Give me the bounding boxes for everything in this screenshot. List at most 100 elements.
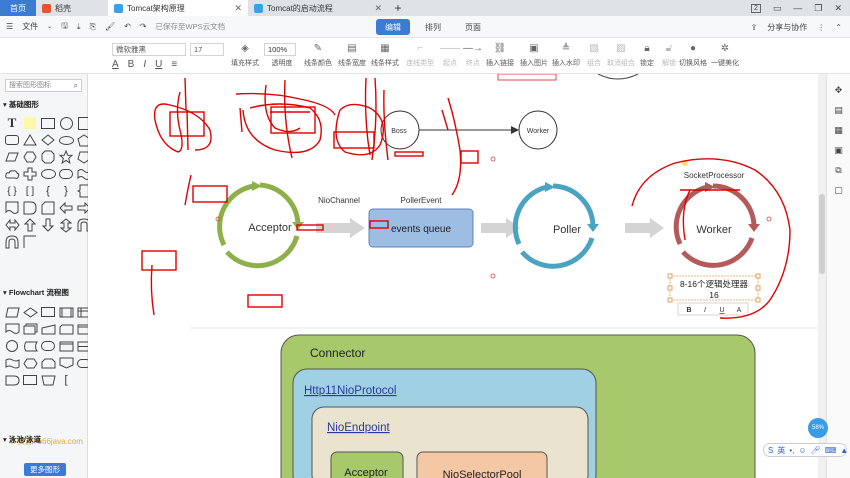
- flow-hexagon-shape[interactable]: [22, 356, 38, 370]
- chevron-down-icon[interactable]: ⌄: [47, 23, 52, 30]
- flow-process-alt-shape[interactable]: [22, 373, 38, 387]
- ellipse-shape[interactable]: [58, 133, 74, 147]
- oval-shape[interactable]: [40, 167, 56, 181]
- rounded-rect-shape[interactable]: [4, 133, 20, 147]
- close-icon[interactable]: ✕: [234, 3, 242, 14]
- beautify-button[interactable]: ✲ 一键美化: [705, 42, 745, 68]
- collapse-icon[interactable]: ⌃: [835, 23, 842, 32]
- tab-tomcat-architecture[interactable]: Tomcat架构原理 ✕: [108, 0, 248, 16]
- triangle-shape[interactable]: [22, 133, 38, 147]
- flow-connector-shape[interactable]: [4, 339, 20, 353]
- section-basic-shapes[interactable]: ▾ 基础图形: [3, 99, 39, 110]
- italic-button[interactable]: I: [143, 59, 146, 70]
- section-flowchart[interactable]: ▾ Flowchart 流程图: [3, 287, 69, 298]
- star-shape[interactable]: [58, 150, 74, 164]
- up-arrow-shape[interactable]: [22, 218, 38, 232]
- selection-handle[interactable]: [490, 156, 496, 162]
- down-arrow-shape[interactable]: [40, 218, 56, 232]
- comment-icon[interactable]: ▢: [833, 184, 845, 196]
- resize-handle[interactable]: [667, 297, 673, 303]
- share-button[interactable]: 分享与协作: [767, 22, 807, 33]
- corner-shape[interactable]: [22, 235, 38, 249]
- cloud-shape[interactable]: [4, 167, 20, 181]
- shape-search-input[interactable]: 搜索图形图标 ⌕: [5, 79, 82, 92]
- circle-shape[interactable]: [58, 116, 74, 130]
- tab-home[interactable]: 首页: [0, 0, 36, 16]
- text-shape[interactable]: T: [4, 115, 20, 130]
- resize-handle[interactable]: [755, 285, 761, 291]
- flow-document-shape[interactable]: [4, 322, 20, 336]
- ime-language[interactable]: 英: [777, 445, 785, 456]
- left-brace-shape[interactable]: {: [40, 184, 56, 198]
- align-button[interactable]: ≡: [171, 59, 177, 70]
- history-icon[interactable]: ⧉: [833, 164, 845, 176]
- more-shapes-button[interactable]: 更多图形: [24, 463, 66, 476]
- diamond-shape[interactable]: [40, 133, 56, 147]
- opacity-input[interactable]: 100%: [264, 43, 296, 56]
- right-brace-shape[interactable]: }: [58, 184, 74, 198]
- bold-button[interactable]: B: [128, 59, 135, 70]
- style-panel-icon[interactable]: ▤: [833, 104, 845, 116]
- ime-voice-icon[interactable]: 🎤︎: [811, 446, 821, 455]
- layout-icon[interactable]: ▭: [773, 3, 782, 14]
- menu-icon[interactable]: ☰: [6, 22, 13, 31]
- flow-card-shape[interactable]: [58, 322, 74, 336]
- restore-icon[interactable]: ❐: [814, 3, 822, 14]
- mini-bold-button[interactable]: B: [686, 307, 691, 314]
- file-menu[interactable]: 文件: [22, 21, 38, 32]
- format-painter-icon[interactable]: 🖌: [105, 22, 115, 31]
- vertical-double-arrow-shape[interactable]: [58, 217, 74, 233]
- resize-handle[interactable]: [667, 285, 673, 291]
- cross-shape[interactable]: [22, 167, 38, 181]
- tab-docer[interactable]: 稻壳: [36, 0, 108, 16]
- font-size-select[interactable]: 17: [190, 43, 224, 56]
- redo-icon[interactable]: ↷: [140, 22, 147, 31]
- flow-annotation-shape[interactable]: [: [58, 373, 74, 387]
- arch-shape[interactable]: [4, 235, 20, 249]
- left-arrow-shape[interactable]: [58, 201, 74, 215]
- resize-handle[interactable]: [755, 297, 761, 303]
- minimize-icon[interactable]: —: [793, 3, 802, 13]
- flow-stored-data-shape[interactable]: [22, 339, 38, 353]
- flow-data-shape[interactable]: [4, 305, 20, 319]
- resize-handle[interactable]: [755, 273, 761, 279]
- rectangle-shape[interactable]: [40, 116, 56, 130]
- tab-arrange[interactable]: 排列: [416, 19, 450, 35]
- tab-page[interactable]: 页面: [456, 19, 490, 35]
- mini-underline-button[interactable]: U: [719, 307, 724, 314]
- fill-style-button[interactable]: ◈ 填充样式: [225, 42, 265, 68]
- brace-shape[interactable]: { }: [4, 184, 20, 198]
- opacity-button[interactable]: 透明度: [262, 58, 302, 68]
- export-icon[interactable]: ⎘: [90, 22, 96, 32]
- note-shape[interactable]: [22, 116, 38, 130]
- ime-punct-icon[interactable]: •,: [789, 446, 794, 455]
- flow-process-shape[interactable]: [40, 305, 56, 319]
- account-badge[interactable]: 2: [750, 3, 761, 13]
- flow-predefined-shape[interactable]: [58, 305, 74, 319]
- protocol-label[interactable]: Http11NioProtocol: [304, 385, 396, 397]
- document-shape[interactable]: [4, 201, 20, 215]
- endpoint-label[interactable]: NioEndpoint: [327, 422, 390, 434]
- diagram-canvas[interactable]: Boss Worker Acceptor NioChannel PollerEv…: [88, 74, 830, 478]
- tab-tomcat-startup[interactable]: Tomcat的启动流程 ✕: [248, 0, 388, 16]
- flow-loop-limit-shape[interactable]: [40, 356, 56, 370]
- close-icon[interactable]: ✕: [374, 3, 382, 14]
- ime-emoji-icon[interactable]: ☺: [798, 446, 806, 455]
- new-tab-button[interactable]: +: [388, 0, 408, 16]
- more-icon[interactable]: ⋮: [817, 23, 825, 32]
- search-icon[interactable]: ⌕: [74, 80, 78, 91]
- section-swimlane[interactable]: ▾ 泳池/泳道: [3, 434, 41, 445]
- flow-delay-shape[interactable]: [4, 373, 20, 387]
- ime-skin-icon[interactable]: ▲: [840, 446, 848, 455]
- delay-shape[interactable]: [22, 201, 38, 215]
- font-color-button[interactable]: A: [112, 59, 119, 70]
- save-icon[interactable]: 🖫: [61, 20, 68, 34]
- line-style-button[interactable]: ▦ 线条样式: [365, 42, 405, 68]
- octagon-shape[interactable]: [40, 150, 56, 164]
- close-window-icon[interactable]: ✕: [834, 3, 842, 14]
- flow-off-page-shape[interactable]: [58, 356, 74, 370]
- card-shape[interactable]: [40, 201, 56, 215]
- mini-color-button[interactable]: A: [737, 307, 742, 314]
- resize-handle[interactable]: [667, 273, 673, 279]
- ime-keyboard-icon[interactable]: ⌨: [825, 446, 837, 455]
